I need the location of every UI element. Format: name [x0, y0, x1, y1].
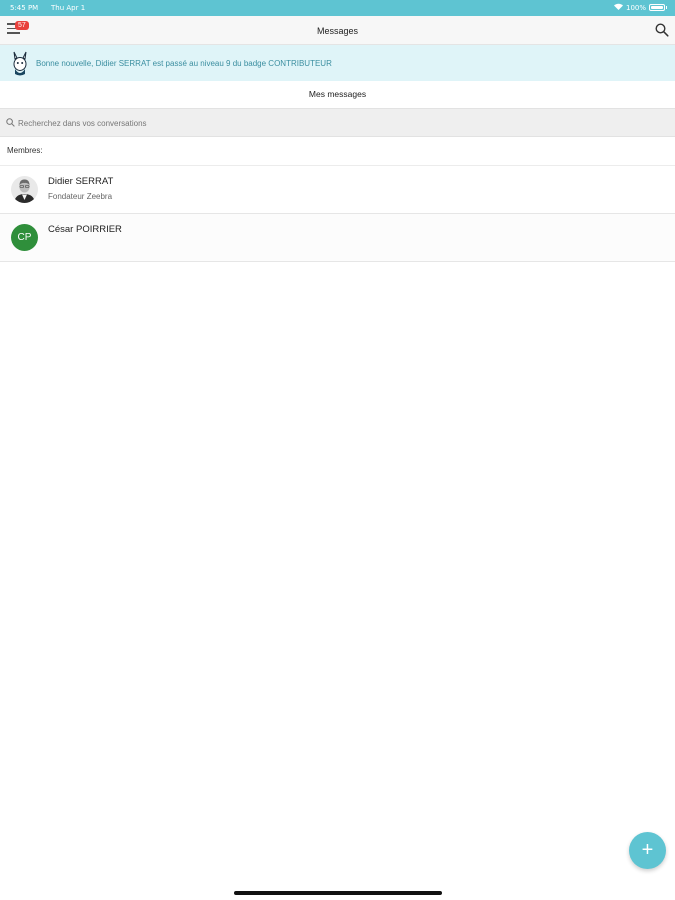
list-item[interactable]: Didier SERRAT Fondateur Zeebra [0, 166, 675, 214]
search-button[interactable] [655, 23, 669, 37]
avatar [11, 176, 38, 203]
search-input[interactable] [18, 115, 658, 131]
section-title: Mes messages [308, 89, 367, 99]
status-right: 100% [613, 3, 667, 12]
zebra-mascot-icon [13, 51, 27, 76]
members-label: Membres: [7, 146, 43, 155]
new-message-button[interactable]: + [629, 832, 666, 869]
member-name: Didier SERRAT [48, 176, 114, 187]
notification-banner[interactable]: Bonne nouvelle, Didier SERRAT est passé … [0, 45, 675, 81]
home-indicator [234, 891, 442, 895]
search-icon [6, 118, 15, 127]
search-icon [655, 23, 669, 37]
user-photo-icon [11, 176, 38, 203]
banner-text: Bonne nouvelle, Didier SERRAT est passé … [36, 59, 332, 68]
navbar: 57 Messages [0, 16, 675, 45]
list-item[interactable]: CP César POIRRIER [0, 214, 675, 262]
member-name: César POIRRIER [48, 224, 122, 235]
battery-icon [649, 4, 667, 11]
page-title: Messages [316, 26, 359, 36]
messages-screen: 5:45 PM Thu Apr 1 100% 57 Messages Bonne… [0, 0, 675, 900]
battery-percent: 100% [625, 3, 646, 12]
status-date: Thu Apr 1 [51, 4, 86, 12]
status-time: 5:45 PM [10, 4, 39, 12]
search-bar [0, 108, 675, 137]
status-bar: 5:45 PM Thu Apr 1 100% [0, 0, 675, 16]
wifi-icon [613, 3, 623, 12]
member-list: Didier SERRAT Fondateur Zeebra CP César … [0, 165, 675, 262]
avatar: CP [11, 224, 38, 251]
member-subtitle: Fondateur Zeebra [48, 192, 113, 201]
